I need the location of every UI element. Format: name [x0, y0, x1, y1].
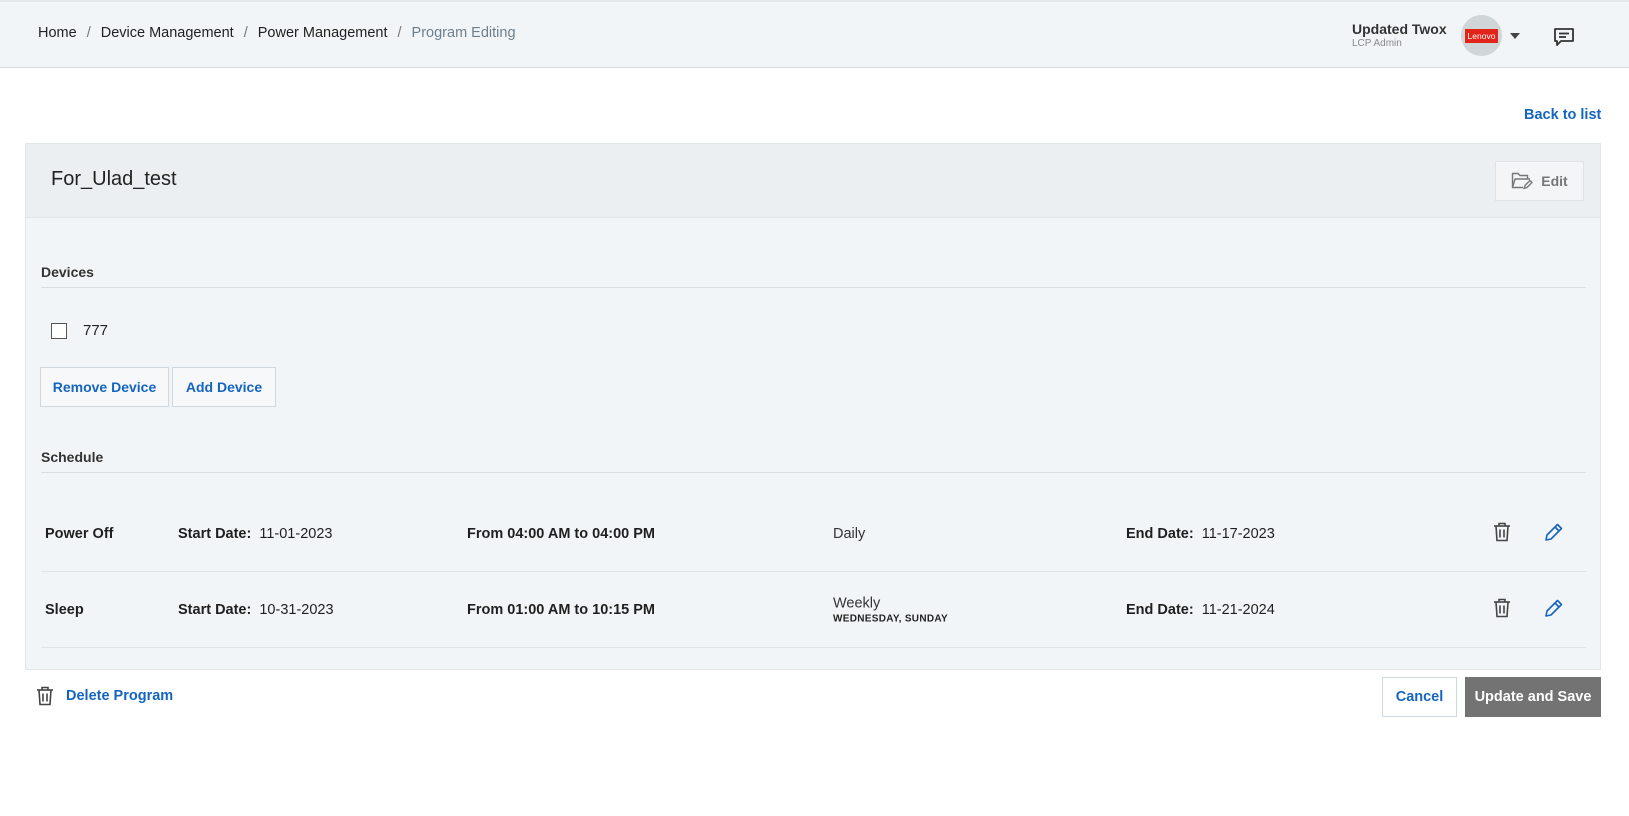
avatar[interactable]: Lenovo	[1461, 15, 1502, 56]
add-device-button[interactable]: Add Device	[172, 367, 276, 407]
device-list-item: 777	[51, 322, 108, 339]
delete-program-button[interactable]: Delete Program	[36, 686, 173, 706]
start-date-label: Start Date:	[178, 525, 252, 542]
schedule-row: Sleep Start Date: 10-31-2023 From 01:00 …	[41, 572, 1586, 648]
remove-device-button[interactable]: Remove Device	[40, 367, 169, 407]
schedule-frequency-block: Weekly WEDNESDAY, SUNDAY	[833, 595, 948, 624]
end-date-value: 11-17-2023	[1201, 525, 1275, 542]
schedule-action: Power Off	[45, 525, 114, 542]
pencil-icon[interactable]	[1544, 522, 1564, 546]
schedule-heading: Schedule	[41, 449, 104, 465]
chevron-down-icon[interactable]	[1510, 33, 1520, 39]
schedule-frequency: Daily	[833, 525, 866, 542]
user-name: Updated Twox	[1352, 21, 1447, 37]
lenovo-logo: Lenovo	[1464, 28, 1499, 43]
schedule-start: Start Date: 11-01-2023	[178, 526, 332, 542]
program-title: For_Ulad_test	[51, 168, 177, 190]
breadcrumb-home[interactable]: Home	[38, 25, 77, 41]
device-name: 777	[83, 322, 109, 339]
breadcrumb-separator: /	[86, 25, 91, 41]
start-date-label: Start Date:	[178, 601, 252, 618]
folder-edit-icon	[1512, 172, 1533, 190]
schedule-days: WEDNESDAY, SUNDAY	[833, 613, 948, 624]
program-card: For_Ulad_test Edit Devices 777 Remove De…	[25, 143, 1601, 670]
end-date-label: End Date:	[1126, 525, 1194, 542]
start-date-value: 11-01-2023	[259, 525, 333, 542]
end-date-value: 11-21-2024	[1201, 601, 1275, 618]
schedule-time-range: From 04:00 AM to 04:00 PM	[467, 525, 656, 542]
schedule-end: End Date: 11-17-2023	[1126, 526, 1275, 542]
devices-heading: Devices	[41, 264, 94, 280]
trash-icon[interactable]	[1493, 522, 1511, 546]
schedule-frequency: Weekly	[833, 595, 881, 611]
trash-icon	[37, 686, 53, 706]
schedule-action: Sleep	[45, 601, 84, 618]
cancel-button[interactable]: Cancel	[1382, 677, 1457, 717]
user-role: LCP Admin	[1352, 38, 1402, 49]
user-info: Updated Twox LCP Admin	[1352, 21, 1447, 49]
schedule-start: Start Date: 10-31-2023	[178, 602, 334, 618]
top-header: Home / Device Management / Power Managem…	[0, 0, 1629, 68]
update-and-save-button[interactable]: Update and Save	[1465, 677, 1601, 717]
devices-divider	[41, 287, 1586, 288]
schedule-row: Power Off Start Date: 11-01-2023 From 04…	[41, 496, 1586, 572]
breadcrumb: Home / Device Management / Power Managem…	[38, 25, 516, 41]
chat-icon[interactable]	[1553, 27, 1575, 52]
end-date-label: End Date:	[1126, 601, 1194, 618]
device-checkbox[interactable]	[51, 322, 67, 339]
breadcrumb-current: Program Editing	[411, 25, 516, 41]
breadcrumb-separator: /	[243, 25, 248, 41]
breadcrumb-device-management[interactable]: Device Management	[101, 25, 234, 41]
breadcrumb-separator: /	[397, 25, 402, 41]
pencil-icon[interactable]	[1544, 598, 1564, 622]
back-to-list-link[interactable]: Back to list	[1524, 107, 1601, 123]
schedule-time-range: From 01:00 AM to 10:15 PM	[467, 601, 656, 618]
trash-icon[interactable]	[1493, 598, 1511, 622]
program-header: For_Ulad_test Edit	[26, 144, 1600, 218]
delete-program-label: Delete Program	[66, 688, 174, 704]
edit-button[interactable]: Edit	[1495, 161, 1584, 201]
schedule-divider	[41, 472, 1586, 473]
breadcrumb-power-management[interactable]: Power Management	[258, 25, 388, 41]
edit-label: Edit	[1541, 173, 1568, 189]
schedule-end: End Date: 11-21-2024	[1126, 602, 1275, 618]
start-date-value: 10-31-2023	[259, 601, 334, 618]
